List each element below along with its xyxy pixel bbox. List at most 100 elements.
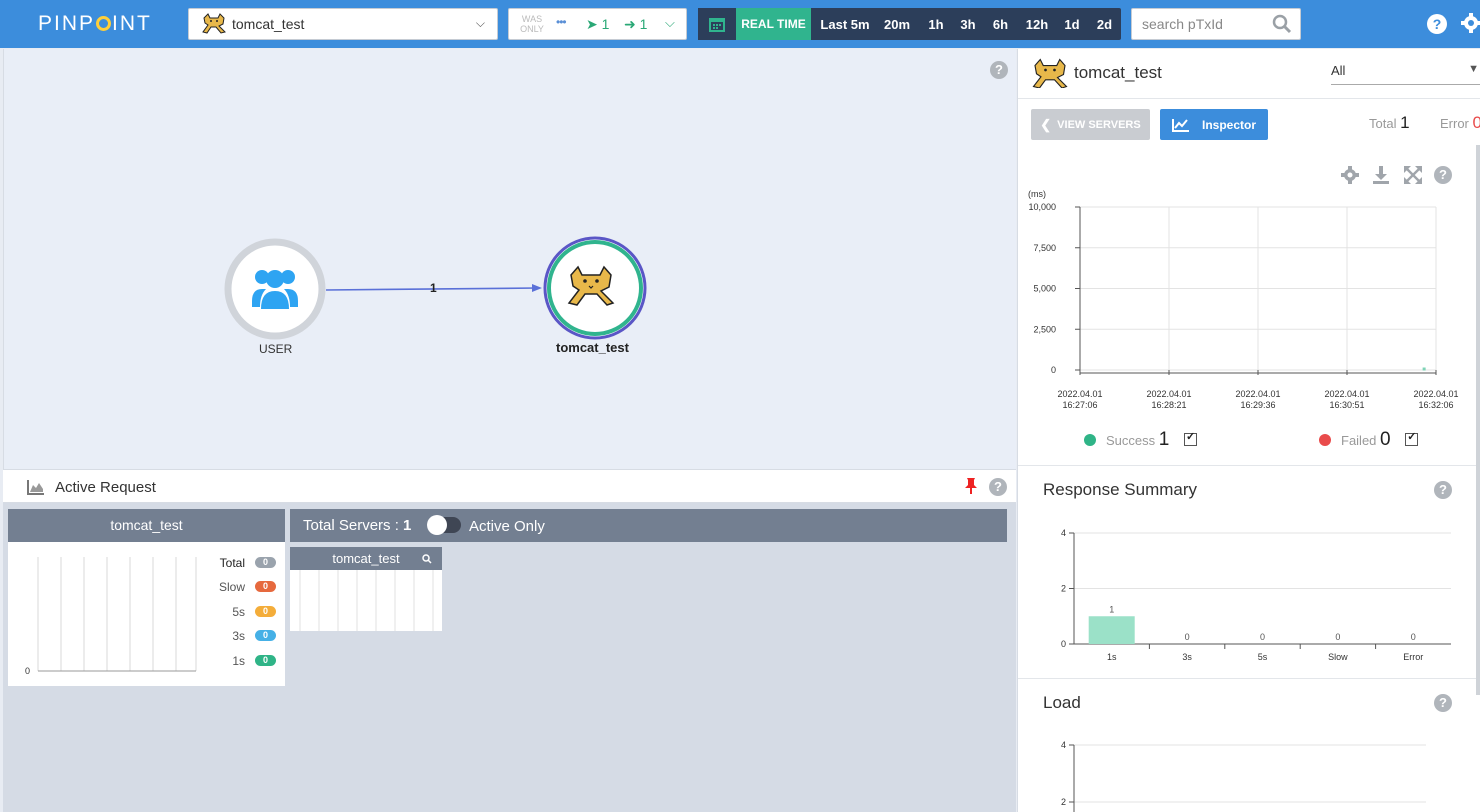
range-3h[interactable]: 3h (952, 8, 984, 40)
success-count: 1 (1158, 429, 1170, 450)
scatter-point[interactable] (1422, 367, 1426, 371)
help-icon[interactable]: ? (1434, 166, 1452, 184)
x-tick-label: 5s (1258, 652, 1268, 662)
search-icon[interactable] (1272, 14, 1292, 34)
chevron-down-icon[interactable]: ⌵ (665, 15, 675, 31)
range-1d[interactable]: 1d (1056, 8, 1088, 40)
search-input[interactable] (1142, 16, 1270, 32)
x-tick-label-date: 2022.04.01 (1235, 389, 1280, 399)
calendar-button[interactable] (698, 8, 736, 40)
app-node-label: tomcat_test (556, 340, 629, 355)
caret-down-icon: ▼ (1468, 63, 1479, 75)
active-request-chart (37, 557, 197, 672)
legend-total-label: Total (219, 556, 245, 570)
active-request-header: Active Request ? (3, 469, 1016, 503)
active-only-label: Active Only (469, 518, 545, 535)
download-icon[interactable] (1371, 165, 1391, 185)
y-unit-label: (ms) (1028, 189, 1046, 199)
top-navigation-bar: PINP INT tomcat_test ⌵ WAS ONLY ••• ➤ 1 ➜… (0, 0, 1480, 48)
edge-count-label[interactable]: 1 (430, 281, 437, 295)
range-last-5m[interactable]: Last 5m (816, 8, 874, 40)
help-icon[interactable]: ? (1434, 694, 1452, 712)
range-6h[interactable]: 6h (984, 8, 1017, 40)
panel-app-name: tomcat_test (1074, 63, 1162, 82)
range-12h[interactable]: 12h (1018, 8, 1056, 40)
divider (1018, 465, 1480, 466)
x-tick-label-date: 2022.04.01 (1413, 389, 1458, 399)
total-value: 1 (1400, 113, 1410, 132)
pinpoint-logo[interactable]: PINP INT (38, 12, 152, 36)
panel-scrollbar[interactable] (1476, 145, 1480, 695)
outbound-count: 1 (639, 16, 648, 32)
failed-checkbox[interactable] (1405, 430, 1419, 446)
response-summary-chart[interactable]: 4 2 0 1 1s 0 3s 0 5s 0 Slow 0 Error (1018, 519, 1480, 669)
node-graph-icon: ••• (556, 15, 567, 29)
help-icon[interactable]: ? (990, 61, 1008, 79)
outbound-depth[interactable]: ➜ 1 (624, 16, 647, 33)
bar-value-label: 1 (1109, 604, 1114, 614)
range-20m[interactable]: 20m (879, 8, 915, 40)
active-request-aggregate-card: tomcat_test 0 Total 0 Slow 0 5s 0 3s 0 1… (8, 509, 285, 686)
info-panel: tomcat_test All ▼ ❮ VIEW SERVERS Inspect… (1017, 49, 1480, 812)
tomcat-node[interactable] (543, 236, 647, 340)
y-tick-label: 4 (1061, 528, 1066, 538)
legend-success: Success 1 (1084, 429, 1197, 451)
search-icon[interactable] (422, 554, 432, 564)
application-select[interactable]: tomcat_test ⌵ (188, 8, 498, 40)
total-servers-count: 1 (403, 517, 412, 534)
failed-count: 0 (1380, 429, 1391, 450)
success-checkbox[interactable] (1183, 430, 1197, 446)
active-request-title: Active Request (55, 479, 156, 496)
agent-select[interactable]: All ▼ (1331, 63, 1480, 85)
view-servers-label: VIEW SERVERS (1057, 118, 1141, 131)
help-icon[interactable]: ? (989, 478, 1007, 496)
inspector-label: Inspector (1201, 117, 1256, 132)
view-servers-button[interactable]: ❮ VIEW SERVERS (1031, 109, 1150, 140)
pin-icon[interactable] (963, 477, 979, 495)
bar-value-label: 0 (1411, 632, 1416, 642)
bar-1s[interactable] (1088, 616, 1135, 644)
logout-icon: ➜ (624, 16, 636, 32)
response-time-scatter-chart[interactable]: (ms)10,0007,5005,0002,50002022.04.0116:2… (1018, 187, 1480, 417)
user-node[interactable] (224, 238, 326, 340)
chevron-left-icon: ❮ (1040, 116, 1052, 132)
legend-1s-badge: 0 (255, 655, 276, 666)
server-card[interactable]: tomcat_test (290, 547, 442, 631)
was-filter[interactable]: WAS ONLY ••• ➤ 1 ➜ 1 ⌵ (508, 8, 687, 40)
x-tick-label: Slow (1328, 652, 1348, 662)
server-card-chart (299, 570, 434, 631)
load-chart[interactable]: 42 (1018, 734, 1480, 812)
x-tick-label-date: 2022.04.01 (1146, 389, 1191, 399)
range-1h[interactable]: 1h (920, 8, 952, 40)
line-chart-icon (1171, 118, 1189, 132)
x-tick-label: 3s (1182, 652, 1192, 662)
x-tick-label-time: 16:28:21 (1151, 400, 1186, 410)
bar-value-label: 0 (1335, 632, 1340, 642)
total-servers-label: Total Servers : 1 (303, 517, 411, 534)
gear-icon[interactable] (1340, 165, 1360, 185)
active-only-toggle[interactable] (427, 515, 461, 535)
inspector-button[interactable]: Inspector (1160, 109, 1268, 140)
server-card-title: tomcat_test (332, 551, 400, 566)
gear-icon[interactable] (1460, 12, 1480, 34)
zero-axis-label: 0 (25, 666, 31, 676)
x-tick-label-time: 16:27:06 (1062, 400, 1097, 410)
tomcat-icon (1032, 58, 1068, 88)
range-2d[interactable]: 2d (1088, 8, 1121, 40)
legend-3s-label: 3s (232, 629, 245, 643)
inbound-count: 1 (601, 16, 610, 32)
expand-icon[interactable] (1403, 165, 1423, 185)
calendar-icon (709, 18, 725, 32)
realtime-button[interactable]: REAL TIME (736, 8, 811, 40)
toggle-knob (427, 515, 447, 535)
server-card-header: tomcat_test (290, 547, 442, 570)
x-tick-label: Error (1403, 652, 1423, 662)
help-icon[interactable]: ? (1427, 14, 1447, 34)
inbound-depth[interactable]: ➤ 1 (586, 16, 609, 33)
y-tick-label: 5,000 (1033, 284, 1056, 294)
transaction-search (1131, 8, 1301, 40)
help-icon[interactable]: ? (1434, 481, 1452, 499)
server-map[interactable]: 1 USER tomcat_test ? (3, 49, 1016, 469)
server-map-canvas (224, 236, 647, 340)
legend-1s-label: 1s (232, 654, 245, 668)
